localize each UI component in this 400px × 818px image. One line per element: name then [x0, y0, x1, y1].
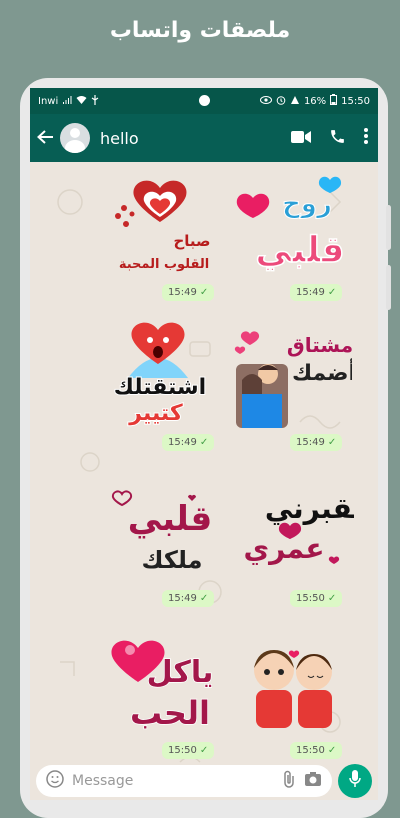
message-placeholder: Message [72, 773, 134, 789]
sticker-7-time: 15:50 ✓ [290, 742, 343, 759]
sticker-3-line-1: مشتاق [287, 333, 352, 357]
read-check-icon: ✓ [327, 745, 337, 756]
clock-label: 15:50 [341, 95, 370, 107]
sticker-6-line-2: ملكك [142, 546, 203, 574]
sticker-1-time: 15:49 ✓ [290, 284, 343, 301]
sticker-8-time-label: 15:50 [168, 745, 197, 756]
phone-power-button [386, 265, 391, 310]
phone-screen: Inwi 16% 15:50 hello روح قلبي 15:49 ✓ صب… [30, 88, 378, 800]
read-check-icon: ✓ [327, 287, 337, 298]
more-options-icon[interactable] [364, 128, 368, 148]
sticker-5[interactable]: تقبرني عمري [234, 478, 364, 588]
sticker-1-line-1: روح [282, 189, 332, 219]
video-call-icon[interactable] [291, 129, 311, 148]
chat-header: hello [30, 114, 378, 162]
sticker-8-line-2: الحب [130, 694, 210, 732]
sticker-4-time-label: 15:49 [168, 437, 197, 448]
read-check-icon: ✓ [199, 437, 209, 448]
sticker-2-line-2: القلوب المحبة [119, 257, 209, 272]
sticker-8[interactable]: ياكل الحب [100, 628, 220, 738]
sticker-6-time: 15:49 ✓ [162, 590, 215, 607]
sticker-7[interactable] [234, 632, 354, 742]
chat-area: روح قلبي 15:49 ✓ صباح القلوب المحبة 15:49… [30, 162, 378, 774]
sticker-3-time: 15:49 ✓ [290, 434, 343, 451]
sticker-3-time-label: 15:49 [296, 437, 325, 448]
sticker-2-line-1: صباح [173, 232, 210, 250]
sticker-2-time-label: 15:49 [168, 287, 197, 298]
microphone-icon [349, 770, 361, 792]
sticker-5-time: 15:50 ✓ [290, 590, 343, 607]
phone-call-icon[interactable] [329, 128, 346, 149]
sticker-8-line-1: ياكل [147, 655, 214, 690]
contact-avatar[interactable] [60, 123, 90, 153]
alarm-icon [276, 95, 286, 108]
banner-title: ملصقات واتساب [109, 18, 291, 43]
read-check-icon: ✓ [327, 593, 337, 604]
sticker-6-line-1: قلبي [128, 499, 212, 539]
sticker-4-line-1: اشتقتلك [114, 375, 206, 400]
sticker-2-time: 15:49 ✓ [162, 284, 215, 301]
status-bar: Inwi 16% 15:50 [30, 88, 378, 114]
front-camera [199, 95, 210, 106]
eye-icon [259, 95, 272, 107]
sticker-1[interactable]: روح قلبي [235, 174, 355, 284]
voice-record-button[interactable] [338, 764, 372, 798]
read-check-icon: ✓ [327, 437, 337, 448]
sticker-4-time: 15:49 ✓ [162, 434, 215, 451]
sticker-8-time: 15:50 ✓ [162, 742, 215, 759]
usb-icon [91, 94, 99, 108]
battery-icon [330, 94, 338, 108]
sticker-6-time-label: 15:49 [168, 593, 197, 604]
phone-volume-button [386, 205, 391, 250]
wifi-icon [76, 95, 87, 108]
sticker-3[interactable]: مشتاق أضمك [232, 322, 356, 432]
sticker-1-line-2: قلبي [255, 230, 344, 271]
battery-saver-icon [290, 95, 300, 108]
message-input[interactable]: Message [36, 765, 332, 797]
sticker-6[interactable]: قلبي ملكك [100, 476, 220, 586]
sticker-5-line-2: عمري [244, 532, 325, 565]
sticker-7-time-label: 15:50 [296, 745, 325, 756]
carrier-label: Inwi [38, 95, 59, 107]
read-check-icon: ✓ [199, 287, 209, 298]
emoji-icon[interactable] [46, 770, 64, 792]
sticker-1-time-label: 15:49 [296, 287, 325, 298]
camera-icon[interactable] [304, 771, 322, 791]
signal-icon [62, 95, 72, 108]
sticker-3-line-2: أضمك [292, 357, 352, 386]
sticker-5-line-1: تقبرني [265, 492, 354, 525]
sticker-4[interactable]: اشتقتلك كتيير [98, 318, 218, 428]
message-composer: Message [30, 762, 378, 800]
read-check-icon: ✓ [199, 593, 209, 604]
attachment-icon[interactable] [282, 770, 296, 792]
contact-name[interactable]: hello [100, 129, 291, 148]
sticker-5-time-label: 15:50 [296, 593, 325, 604]
sticker-2[interactable]: صباح القلوب المحبة [102, 168, 222, 278]
back-arrow-icon[interactable] [36, 126, 58, 150]
battery-label: 16% [303, 95, 327, 107]
sticker-4-line-2: كتيير [128, 401, 183, 426]
read-check-icon: ✓ [199, 745, 209, 756]
